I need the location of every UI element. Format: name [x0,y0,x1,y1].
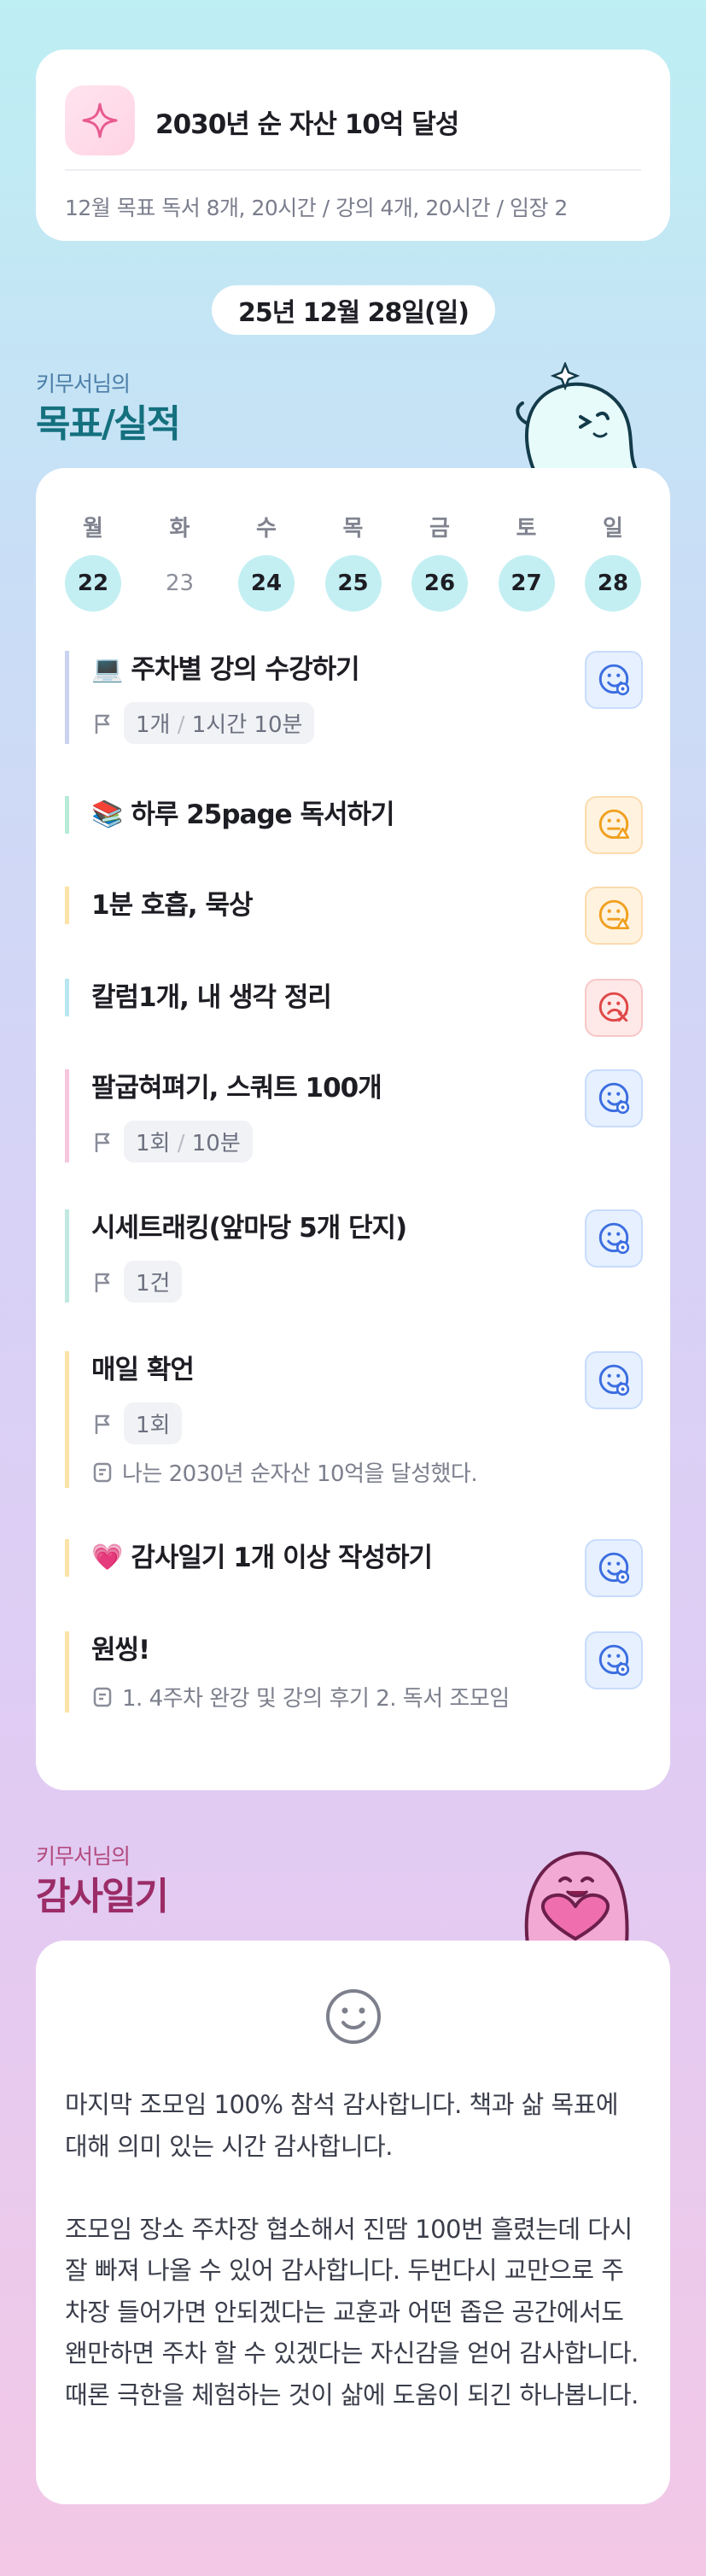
task-item[interactable]: 매일 확언 1회 나는 2030년 순자산 10억을 달성했다. [65,1351,643,1488]
memo-icon [93,1687,112,1707]
day-mon[interactable]: 월 22 [65,511,121,612]
task-title: 주차별 강의 수강하기 [131,654,359,685]
task-item[interactable]: 💻 주차별 강의 수강하기 1개 / 1시간 10분 [65,651,643,744]
status-warning-icon[interactable] [585,887,643,945]
record-count: 1회 [136,1131,171,1156]
status-good-icon[interactable] [585,1209,643,1268]
gratitude-diary-card[interactable]: 마지막 조모임 100% 참석 감사합니다. 책과 삶 목표에 대해 의미 있는… [36,1941,670,2504]
day-name: 금 [429,516,450,542]
goal-card[interactable]: 2030년 순 자산 10억 달성 12월 목표 독서 8개, 20시간 / 강… [36,50,670,241]
task-note: 1. 4주차 완강 및 강의 후기 2. 독서 조모임 [122,1686,510,1712]
flag-icon [95,1414,110,1434]
status-warning-icon[interactable] [585,796,643,854]
record-time: 1시간 10분 [191,712,303,738]
day-name: 월 [83,516,103,542]
task-title: 칼럼1개, 내 생각 정리 [91,982,332,1013]
task-item[interactable]: 시세트래킹(앞마당 5개 단지) 1건 [65,1209,643,1303]
sparkle-icon [65,85,135,155]
day-thu[interactable]: 목 25 [324,511,382,612]
record-count: 1개 [136,712,171,738]
memo-icon [93,1462,112,1482]
day-fri[interactable]: 금 26 [411,511,468,612]
day-number: 22 [65,555,121,612]
date-selector[interactable]: 25년 12월 28일(일) [212,285,495,335]
day-name: 일 [603,516,623,542]
goal-title: 2030년 순 자산 10억 달성 [155,109,459,140]
diary-text: 마지막 조모임 100% 참석 감사합니다. 책과 삶 목표에 대해 의미 있는… [65,2090,639,2409]
task-title: 감사일기 1개 이상 작성하기 [131,1543,433,1573]
status-good-icon[interactable] [585,1351,643,1409]
flag-icon [95,1133,110,1152]
day-number: 26 [411,555,468,612]
record-time: 10분 [191,1131,241,1156]
status-good-icon[interactable] [585,1069,643,1127]
task-item[interactable]: 칼럼1개, 내 생각 정리 [65,979,643,1037]
books-icon: 📚 [91,799,123,829]
record-chip: 1회 / 10분 [124,1121,253,1162]
day-number: 24 [238,555,295,612]
goals-card: 월 22 화 23 수 24 목 25 금 26 토 27 일 28 💻 주차별 강의 수강하기… [36,468,670,1790]
task-item[interactable]: 💗 감사일기 1개 이상 작성하기 [65,1539,643,1597]
status-good-icon[interactable] [585,651,643,709]
section-title-goals: 목표/실적 [36,402,181,446]
status-good-icon[interactable] [585,1631,643,1689]
day-tue[interactable]: 화 23 [152,511,208,612]
day-name: 토 [516,516,537,542]
task-title: 시세트래킹(앞마당 5개 단지) [91,1213,407,1244]
day-name: 수 [256,516,277,542]
task-item[interactable]: 📚 하루 25page 독서하기 [65,796,643,854]
day-sun[interactable]: 일 28 [585,511,641,612]
task-title: 1분 호흡, 묵상 [91,890,254,921]
day-wed[interactable]: 수 24 [238,511,295,612]
task-item[interactable]: 원씽! 1. 4주차 완강 및 강의 후기 2. 독서 조모임 [65,1631,643,1712]
record-chip: 1개 / 1시간 10분 [124,702,315,744]
smile-icon [326,1989,381,2044]
task-title: 하루 25page 독서하기 [131,799,394,830]
heart-mascot-illustration [509,1835,642,1946]
divider [65,169,641,171]
heart-icon: 💗 [91,1543,123,1572]
task-title: 매일 확언 [91,1355,195,1385]
task-item[interactable]: 팔굽혀펴기, 스쿼트 100개 1회 / 10분 [65,1069,643,1162]
day-number: 27 [498,555,555,612]
flag-icon [95,714,110,734]
day-number: 25 [324,555,382,612]
task-title: 원씽! [91,1635,150,1666]
section-title-diary: 감사일기 [36,1875,169,1918]
day-name: 목 [342,516,364,542]
status-good-icon[interactable] [585,1539,643,1597]
status-fail-icon[interactable] [585,979,643,1037]
record-chip: 1건 [124,1261,183,1303]
ghost-mascot-illustration [509,360,642,473]
day-name: 화 [169,516,190,542]
day-number: 23 [165,571,195,596]
day-number: 28 [585,555,641,612]
monthly-goal-text: 12월 목표 독서 8개, 20시간 / 강의 4개, 20시간 / 임장 2 [65,196,568,220]
laptop-icon: 💻 [91,654,123,684]
task-item[interactable]: 1분 호흡, 묵상 [65,887,643,945]
flag-icon [95,1273,110,1292]
week-strip: 월 22 화 23 수 24 목 25 금 26 토 27 일 28 [65,511,641,612]
task-title: 팔굽혀펴기, 스쿼트 100개 [91,1073,382,1104]
task-note: 나는 2030년 순자산 10억을 달성했다. [122,1461,478,1487]
record-chip: 1회 [124,1402,183,1444]
day-sat[interactable]: 토 27 [498,511,555,612]
